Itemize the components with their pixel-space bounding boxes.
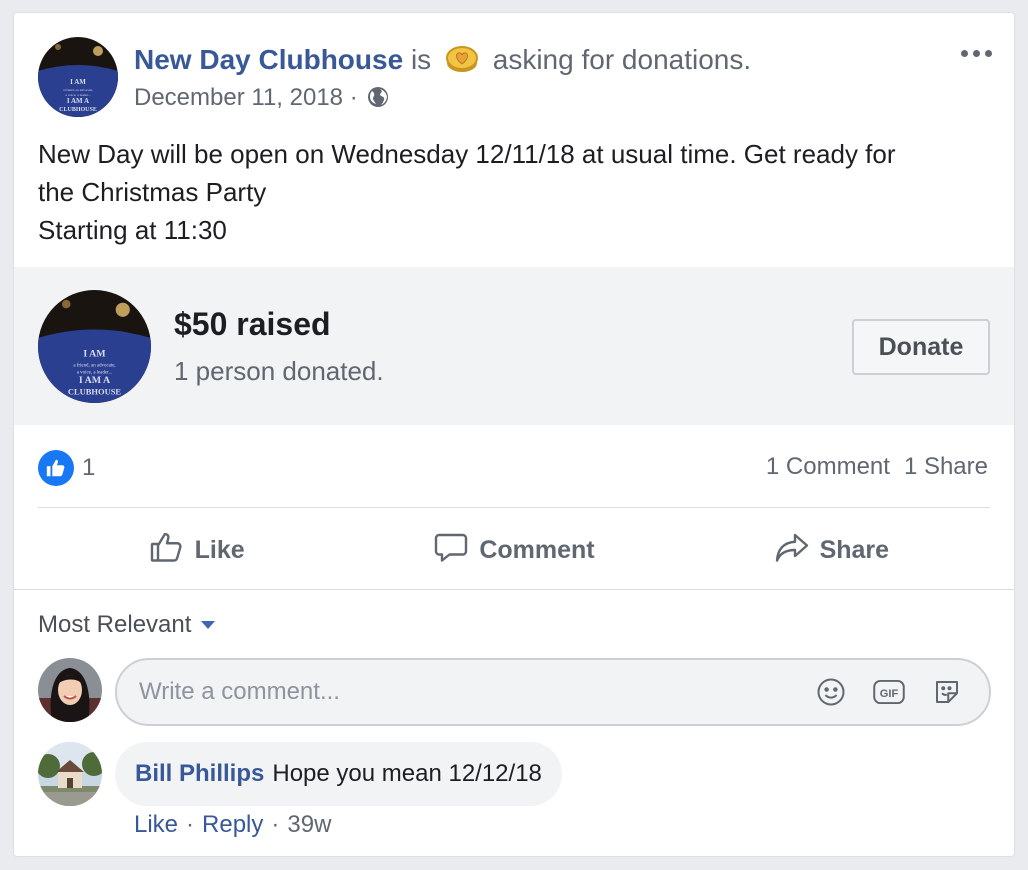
comment-sort-dropdown[interactable]: Most Relevant (38, 611, 216, 639)
thumbs-up-icon (149, 529, 185, 572)
fundraiser-avatar-image: I AM a friend, an advocate, a voice, a l… (38, 290, 151, 403)
share-button[interactable]: Share (673, 523, 990, 577)
comment-bubble: Bill Phillips Hope you mean 12/12/18 (115, 742, 562, 806)
avatar-text-4: I AM A (79, 375, 111, 386)
donate-button[interactable]: Donate (852, 319, 990, 375)
comment-text: Hope you mean 12/12/18 (272, 760, 542, 787)
post-header: New Day Clubhouse is asking for donation… (134, 43, 751, 82)
globe-icon[interactable] (366, 85, 390, 117)
avatar-text-1: I AM (83, 348, 106, 359)
is-word: is (410, 44, 432, 75)
comment-reply-link[interactable]: Reply (202, 811, 263, 839)
reaction-count: 1 (82, 454, 96, 481)
share-count-link[interactable]: 1 Share (904, 453, 988, 481)
comment-input[interactable] (139, 672, 779, 712)
sticker-icon[interactable] (931, 676, 963, 708)
comment-count-link[interactable]: 1 Comment (766, 453, 890, 481)
comment-actions: Like · Reply · 39w (134, 811, 331, 839)
post-text-line: the Christmas Party (38, 177, 267, 207)
composer-tools: GIF (815, 676, 963, 708)
like-badge-icon (38, 450, 74, 486)
fundraiser-avatar[interactable]: I AM a friend, an advocate, a voice, a l… (38, 290, 151, 403)
page-avatar-image: I AM a friend, an advocate, a voice, a l… (38, 37, 118, 117)
meta-dot: · (271, 811, 280, 838)
reactions-summary[interactable]: 1 (38, 450, 95, 486)
donation-coin-icon (445, 44, 479, 82)
like-label: Like (194, 535, 245, 564)
comment-button[interactable]: Comment (355, 523, 672, 577)
divider (38, 507, 990, 508)
action-bar: Like Comment Share (38, 523, 990, 577)
avatar-text-2: a friend, an advocate, (73, 363, 115, 368)
post-meta: December 11, 2018 · (134, 83, 390, 117)
share-arrow-icon (774, 529, 810, 572)
post-date[interactable]: December 11, 2018 (134, 84, 343, 111)
fundraiser-donor-count[interactable]: 1 person donated. (174, 355, 384, 387)
fundraiser-panel: I AM a friend, an advocate, a voice, a l… (14, 267, 1014, 425)
fundraiser-amount: $50 raised (174, 306, 331, 342)
caret-down-icon (201, 621, 216, 629)
page-avatar[interactable]: I AM a friend, an advocate, a voice, a l… (38, 37, 118, 117)
share-label: Share (819, 535, 890, 564)
avatar-text-4: I AM A (67, 97, 89, 105)
avatar-text-5: CLUBHOUSE (68, 387, 122, 397)
current-user-avatar[interactable] (38, 658, 102, 722)
avatar-text-1: I AM (70, 78, 86, 86)
post-card: I AM a friend, an advocate, a voice, a l… (13, 12, 1015, 857)
engagement-counts: 1 Comment 1 Share (766, 453, 988, 481)
avatar-text-5: CLUBHOUSE (59, 107, 97, 113)
comment-age[interactable]: 39w (287, 811, 331, 839)
comment-like-link[interactable]: Like (134, 811, 178, 839)
post-text-line: Starting at 11:30 (38, 215, 227, 245)
comment-author-link[interactable]: Bill Phillips (135, 760, 264, 788)
meta-separator: · (349, 84, 358, 111)
commenter-avatar[interactable] (38, 742, 102, 806)
post-text-line: New Day will be open on Wednesday 12/11/… (38, 139, 896, 169)
comment-composer: GIF (115, 658, 991, 726)
gif-icon[interactable]: GIF (873, 676, 905, 708)
activity-text: asking for donations. (492, 44, 752, 75)
sort-label: Most Relevant (38, 611, 192, 638)
post-body: New Day will be open on Wednesday 12/11/… (38, 135, 998, 249)
svg-text:GIF: GIF (880, 688, 899, 700)
emoji-icon[interactable] (815, 676, 847, 708)
like-button[interactable]: Like (38, 523, 355, 577)
page-name-link[interactable]: New Day Clubhouse (134, 44, 403, 75)
divider (14, 589, 1014, 590)
comment-icon (433, 529, 469, 572)
meta-dot: · (186, 811, 195, 838)
comment-label: Comment (479, 535, 595, 564)
more-options-icon[interactable] (956, 41, 996, 65)
